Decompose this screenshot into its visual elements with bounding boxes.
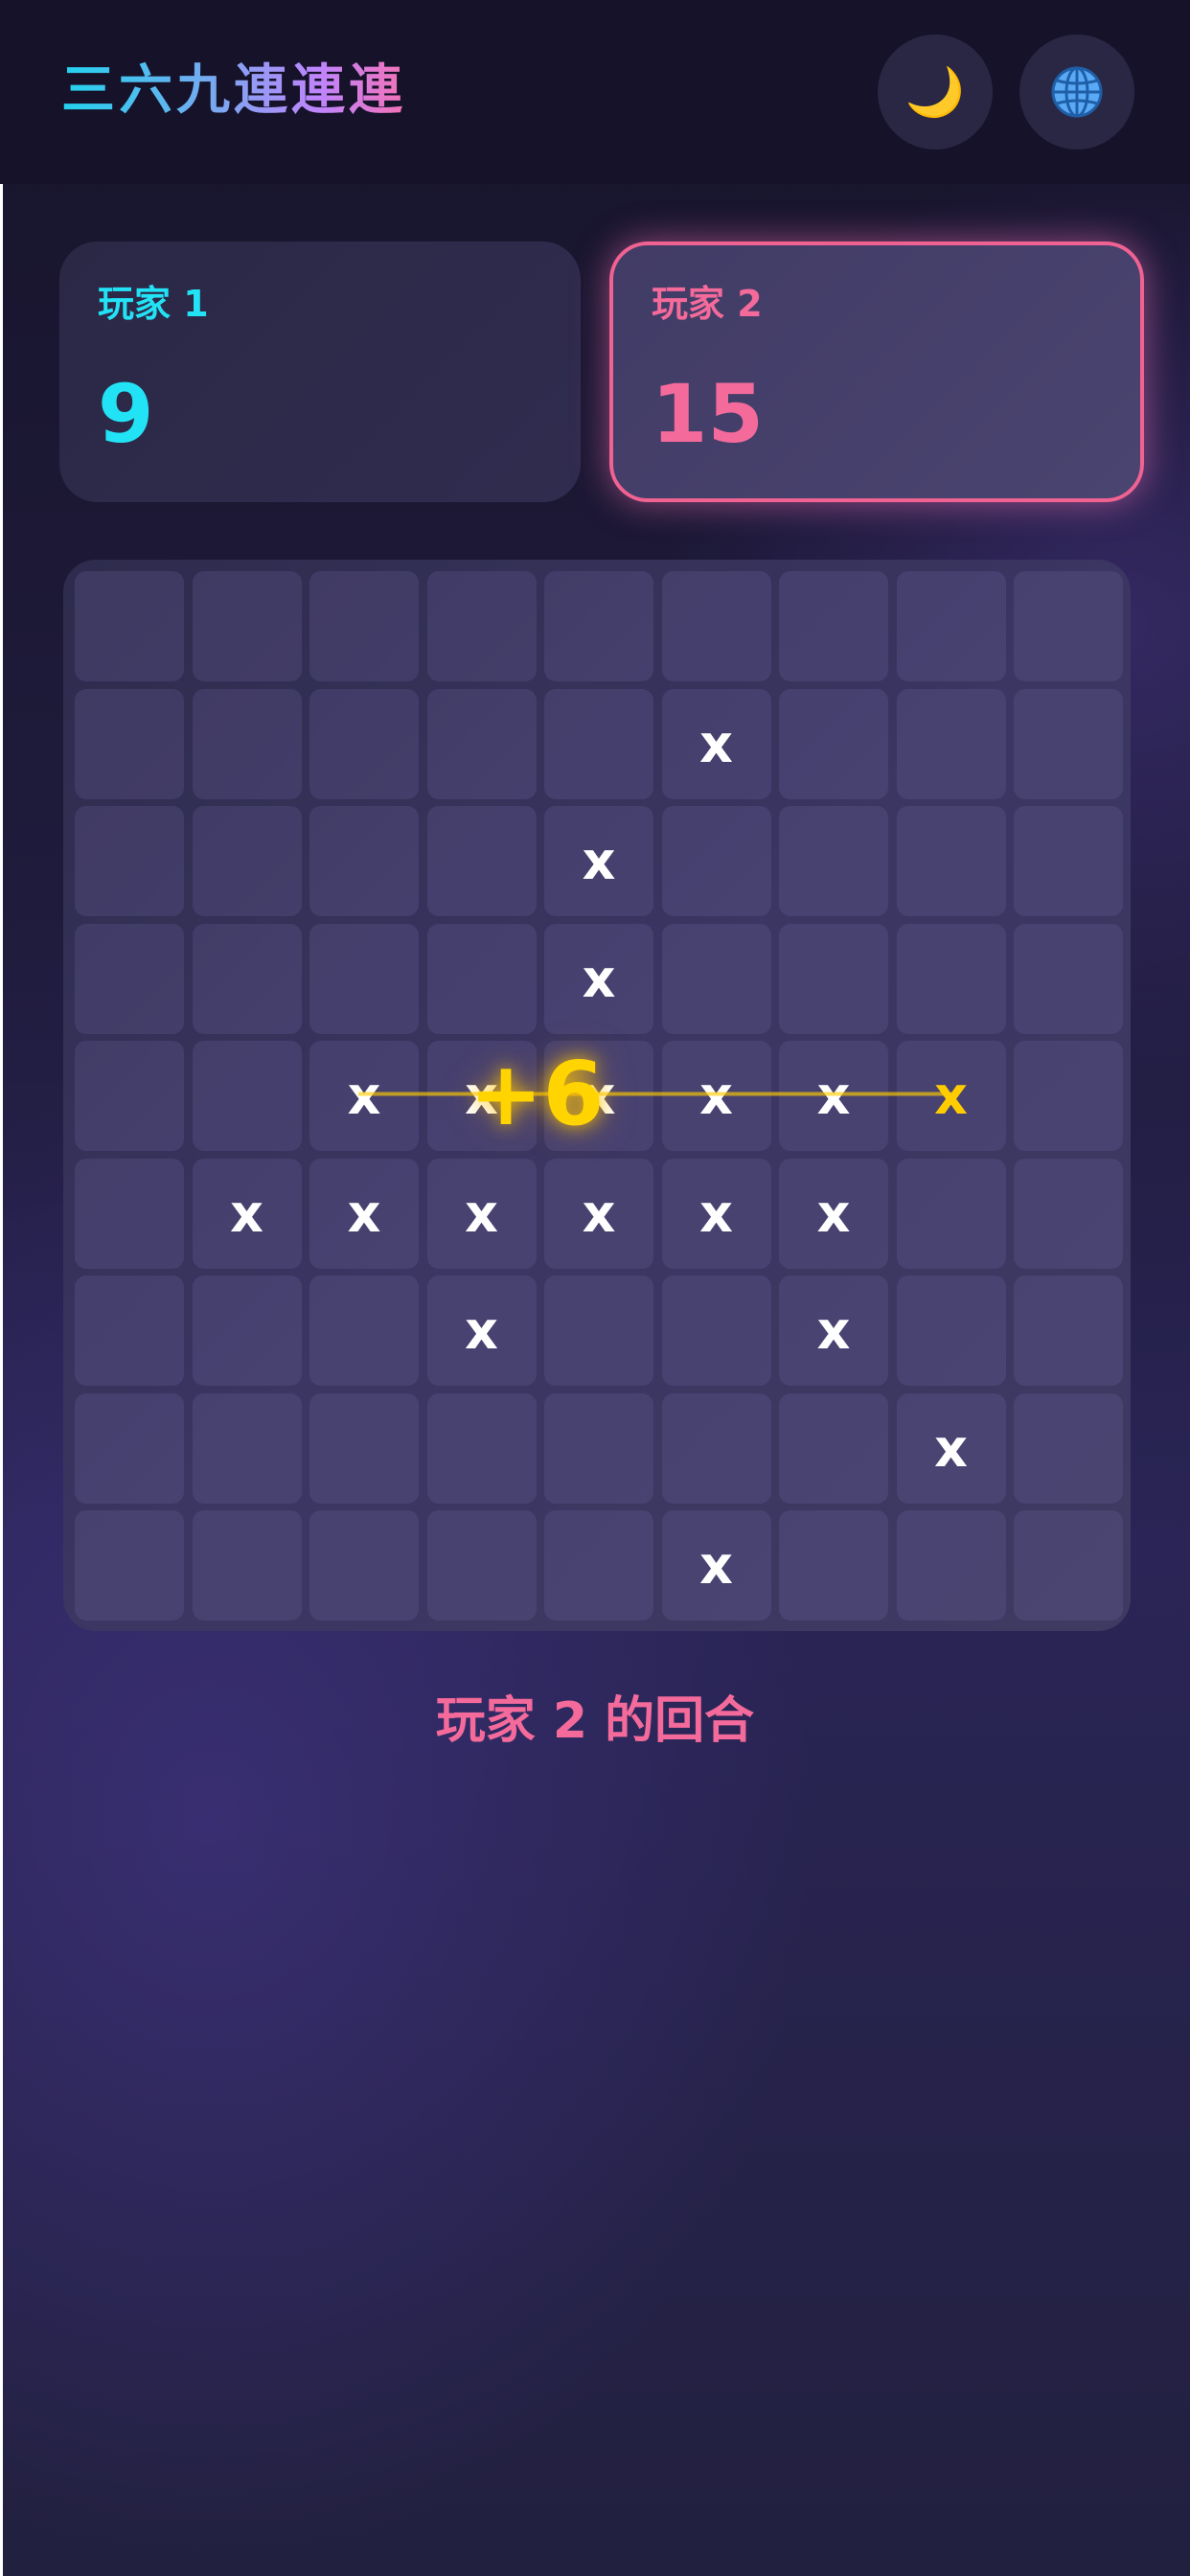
board-cell[interactable] <box>896 1158 1006 1269</box>
board-cell[interactable] <box>309 688 419 799</box>
board-cell[interactable] <box>896 1276 1006 1386</box>
board-cell[interactable] <box>426 688 537 799</box>
board-cell[interactable] <box>661 1276 771 1386</box>
board-cell[interactable] <box>896 806 1006 916</box>
moon-icon: 🌙 <box>904 64 966 120</box>
app-title: 三六九連連連 <box>61 58 406 125</box>
board-cell[interactable]: x <box>661 1158 771 1269</box>
board-cell[interactable] <box>779 806 888 916</box>
board-cell[interactable] <box>896 688 1006 799</box>
player-1-score-card: 玩家 1 9 <box>59 242 581 502</box>
board-cell[interactable] <box>426 1392 537 1504</box>
board-cell[interactable] <box>779 1510 888 1621</box>
board-cell[interactable]: x <box>426 1158 537 1269</box>
board-cell[interactable]: x <box>309 1158 419 1269</box>
board-cell[interactable] <box>309 1276 419 1386</box>
board-cell[interactable] <box>192 1276 302 1386</box>
board-cell[interactable] <box>1014 688 1123 799</box>
board-cell[interactable] <box>896 571 1006 681</box>
board-cell[interactable] <box>1014 923 1123 1034</box>
board-cell[interactable] <box>75 571 184 681</box>
board-cell[interactable] <box>661 1392 771 1504</box>
board-cell[interactable] <box>309 1510 419 1621</box>
board-cell[interactable] <box>1014 1041 1123 1151</box>
board-cell[interactable] <box>896 1510 1006 1621</box>
board-cell[interactable] <box>75 1041 184 1151</box>
board-cell[interactable]: x <box>544 806 653 916</box>
board-cell[interactable]: x <box>779 1158 888 1269</box>
window-edge <box>0 0 3 2576</box>
board-cell[interactable] <box>192 1510 302 1621</box>
board-cell[interactable] <box>426 806 537 916</box>
board-cell[interactable] <box>75 1276 184 1386</box>
player-2-score: 15 <box>652 367 764 461</box>
player-2-label: 玩家 2 <box>652 283 763 325</box>
board-cell[interactable] <box>309 806 419 916</box>
board-cell[interactable] <box>192 1392 302 1504</box>
board-cell[interactable]: x <box>896 1041 1006 1151</box>
board-cell[interactable]: x <box>426 1276 537 1386</box>
board-cell[interactable] <box>1014 1276 1123 1386</box>
board-cell[interactable] <box>1014 1392 1123 1504</box>
board-cell[interactable] <box>661 571 771 681</box>
turn-indicator: 玩家 2 的回合 <box>435 1692 755 1750</box>
board-cell[interactable]: x <box>779 1276 888 1386</box>
player-2-score-card: 玩家 2 15 <box>609 242 1144 502</box>
board-cell[interactable] <box>75 923 184 1034</box>
board-cell[interactable] <box>192 806 302 916</box>
board-cell[interactable] <box>309 571 419 681</box>
board-cell[interactable]: x <box>192 1158 302 1269</box>
language-button[interactable] <box>1019 34 1134 150</box>
board-cell[interactable] <box>544 1276 653 1386</box>
board-cell[interactable] <box>75 1158 184 1269</box>
player-1-score: 9 <box>98 367 154 461</box>
board-cell[interactable]: x <box>779 1041 888 1151</box>
board-cell[interactable] <box>75 1392 184 1504</box>
board-cell[interactable] <box>75 1510 184 1621</box>
board-cell[interactable] <box>779 1392 888 1504</box>
board-cell[interactable] <box>661 923 771 1034</box>
board-cell[interactable] <box>192 923 302 1034</box>
points-popup: +6 <box>469 1043 605 1145</box>
board-cell[interactable] <box>426 571 537 681</box>
board-cell[interactable] <box>544 1392 653 1504</box>
board-cell[interactable] <box>779 688 888 799</box>
globe-icon <box>1051 66 1103 118</box>
board-cell[interactable]: x <box>896 1392 1006 1504</box>
app-header: 三六九連連連 🌙 <box>0 0 1190 184</box>
board-cell[interactable] <box>661 806 771 916</box>
board-cell[interactable]: x <box>661 1041 771 1151</box>
board-cell[interactable] <box>75 806 184 916</box>
board-cell[interactable]: x <box>661 688 771 799</box>
board-cell[interactable] <box>779 923 888 1034</box>
board-cell[interactable] <box>1014 1510 1123 1621</box>
board-cell[interactable]: x <box>544 923 653 1034</box>
board-cell[interactable] <box>544 1510 653 1621</box>
board-cell[interactable] <box>1014 806 1123 916</box>
board-cell[interactable] <box>309 1392 419 1504</box>
theme-toggle-button[interactable]: 🌙 <box>878 34 993 150</box>
board-cell[interactable] <box>1014 571 1123 681</box>
board-cell[interactable] <box>192 688 302 799</box>
board-cell[interactable]: x <box>309 1041 419 1151</box>
board-cell[interactable] <box>779 571 888 681</box>
board-cell[interactable] <box>192 571 302 681</box>
board-cell[interactable]: x <box>661 1510 771 1621</box>
board-cell[interactable] <box>544 688 653 799</box>
board-cell[interactable] <box>75 688 184 799</box>
board-cell[interactable] <box>426 923 537 1034</box>
board-cell[interactable] <box>192 1041 302 1151</box>
board-cell[interactable] <box>426 1510 537 1621</box>
player-1-label: 玩家 1 <box>98 283 209 325</box>
board-cell[interactable]: x <box>544 1158 653 1269</box>
board-cell[interactable] <box>896 923 1006 1034</box>
board-cell[interactable] <box>1014 1158 1123 1269</box>
board-cell[interactable] <box>544 571 653 681</box>
board-cell[interactable] <box>309 923 419 1034</box>
